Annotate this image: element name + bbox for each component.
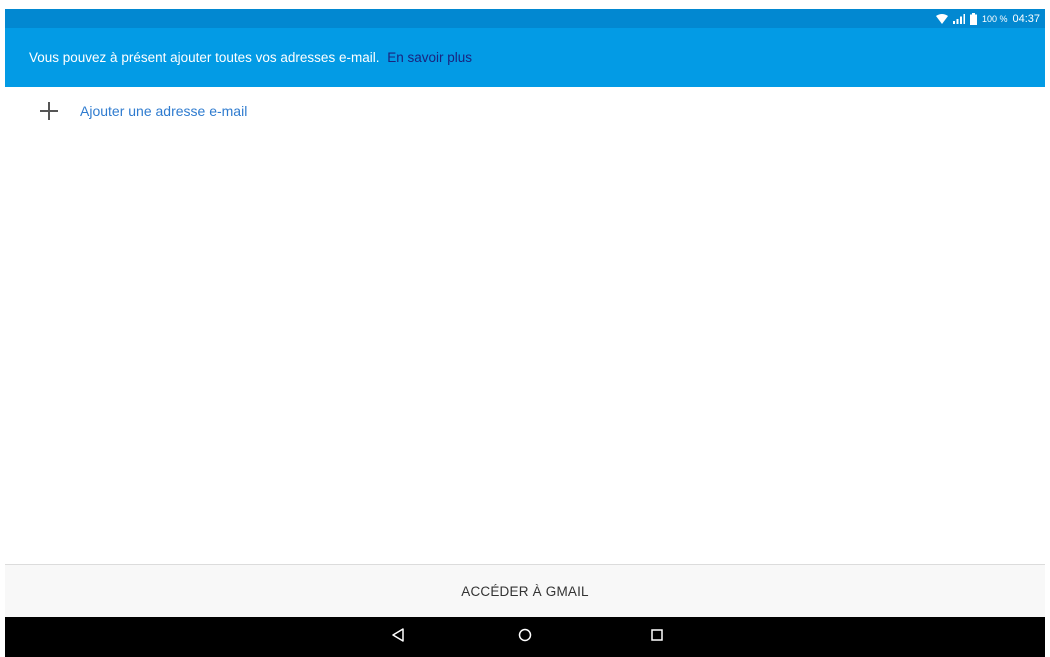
battery-percentage: 100 % <box>981 13 1008 24</box>
back-icon <box>391 627 405 647</box>
plus-icon <box>39 101 59 121</box>
back-button[interactable] <box>378 617 418 657</box>
add-email-address-label: Ajouter une adresse e-mail <box>80 103 248 119</box>
screen: 100 % 04:37 Vous pouvez à présent ajoute… <box>0 0 1050 657</box>
recents-icon <box>651 628 663 646</box>
banner-message-container: Vous pouvez à présent ajouter toutes vos… <box>29 50 472 65</box>
recents-button[interactable] <box>637 617 677 657</box>
status-indicators: 100 % 04:37 <box>935 9 1040 28</box>
wifi-icon <box>935 13 948 24</box>
home-icon <box>518 628 532 647</box>
info-banner: Vous pouvez à présent ajouter toutes vos… <box>5 28 1045 87</box>
signal-icon <box>952 13 965 24</box>
navigation-bar <box>5 617 1045 657</box>
go-to-gmail-button[interactable]: ACCÉDER À GMAIL <box>5 564 1045 617</box>
go-to-gmail-label: ACCÉDER À GMAIL <box>461 583 589 599</box>
banner-message: Vous pouvez à présent ajouter toutes vos… <box>29 50 380 65</box>
status-bar: 100 % 04:37 <box>5 9 1045 28</box>
home-button[interactable] <box>505 617 545 657</box>
app-frame: 100 % 04:37 Vous pouvez à présent ajoute… <box>5 9 1045 657</box>
status-clock: 04:37 <box>1012 12 1040 25</box>
learn-more-link[interactable]: En savoir plus <box>387 50 472 65</box>
add-email-address-button[interactable]: Ajouter une adresse e-mail <box>5 87 1045 135</box>
battery-icon <box>969 12 977 25</box>
